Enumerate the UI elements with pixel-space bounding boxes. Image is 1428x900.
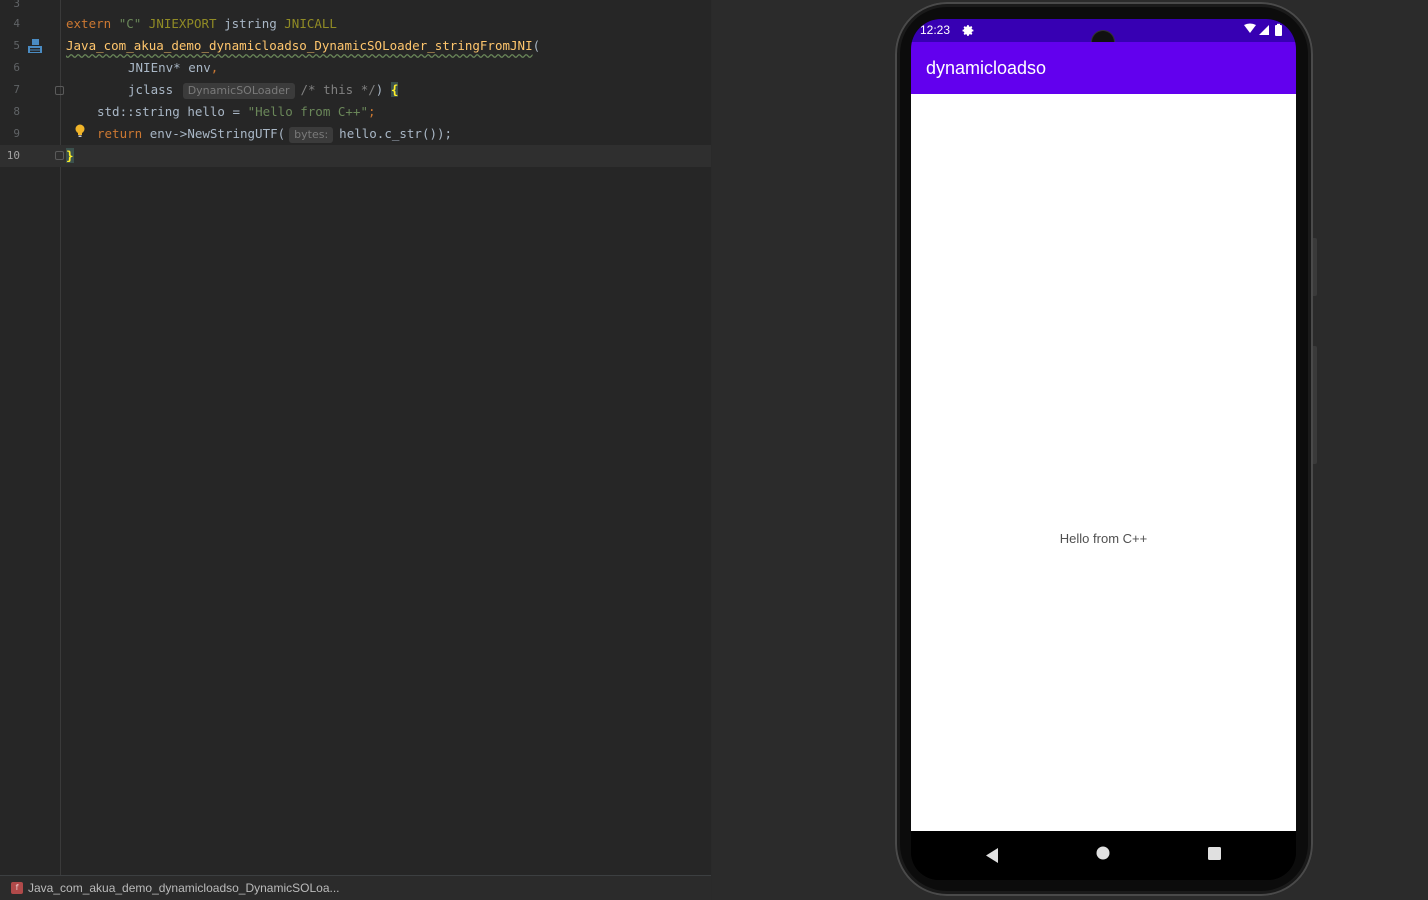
hello-text: Hello from C++ [1059,531,1148,546]
line-number: 10 [6,149,20,162]
signal-icon [1259,25,1269,35]
volume-button[interactable] [1313,238,1317,296]
code-line[interactable]: 8 std::string hello = "Hello from C++"; [0,101,711,123]
line-number: 5 [13,39,20,52]
fold-marker-icon[interactable] [55,86,64,95]
recents-square-icon [1208,847,1221,860]
code-text: extern "C" JNIEXPORT jstring JNICALL [66,16,337,31]
code-text: std::string hello = "Hello from C++"; [97,104,376,119]
code-line[interactable]: 9 return env->NewStringUTF(bytes: hello.c… [0,123,711,145]
line-number: 9 [13,127,20,140]
wifi-icon [1244,23,1256,33]
back-triangle-icon [986,848,998,863]
code-line[interactable]: 6 JNIEnv* env, [0,57,711,79]
related-symbol-icon[interactable] [27,38,43,54]
code-line[interactable]: 5 Java_com_akua_demo_dynamicloadso_Dynam… [0,35,711,57]
code-line[interactable]: 7 jclass DynamicSOLoader/* this */) { [0,79,711,101]
app-bar: dynamicloadso [911,42,1296,94]
gear-icon [962,25,974,36]
line-number: 7 [13,83,20,96]
editor-breadcrumb-bar[interactable]: f Java_com_akua_demo_dynamicloadso_Dynam… [0,875,711,900]
android-nav-bar [911,831,1296,880]
line-number: 6 [13,61,20,74]
code-line[interactable]: 4 extern "C" JNIEXPORT jstring JNICALL [0,13,711,35]
power-button[interactable] [1313,346,1317,464]
home-circle-icon [1096,846,1110,860]
code-text: } [66,148,74,163]
breadcrumb-function-name[interactable]: Java_com_akua_demo_dynamicloadso_Dynamic… [28,876,340,900]
parameter-hint: DynamicSOLoader [182,83,295,99]
phone-screen[interactable]: 12:23 dynamicloadso Hello from C++ [911,19,1296,880]
parameter-hint: bytes: [289,127,334,143]
status-time: 12:23 [920,23,951,37]
line-number: 8 [13,105,20,118]
system-status-icons [1244,23,1282,36]
function-icon: f [11,882,23,894]
app-title: dynamicloadso [926,58,1047,78]
recents-button[interactable] [1194,831,1234,880]
code-text: return env->NewStringUTF(bytes: hello.c_s… [97,126,453,143]
line-number: 4 [13,17,20,30]
app-content: Hello from C++ [911,94,1296,831]
home-button[interactable] [1084,831,1124,880]
code-text: JNIEnv* env, [128,60,219,75]
battery-icon [1275,25,1282,36]
code-text: Java_com_akua_demo_dynamicloadso_Dynamic… [66,38,541,53]
code-text: jclass DynamicSOLoader/* this */) { [128,82,399,99]
lightbulb-icon[interactable] [75,124,85,138]
back-button[interactable] [972,831,1012,880]
code-line-current[interactable]: 10 } [0,145,711,167]
code-editor[interactable]: 3 4 extern "C" JNIEXPORT jstring JNICALL… [0,0,711,900]
fold-marker-icon[interactable] [55,151,64,160]
